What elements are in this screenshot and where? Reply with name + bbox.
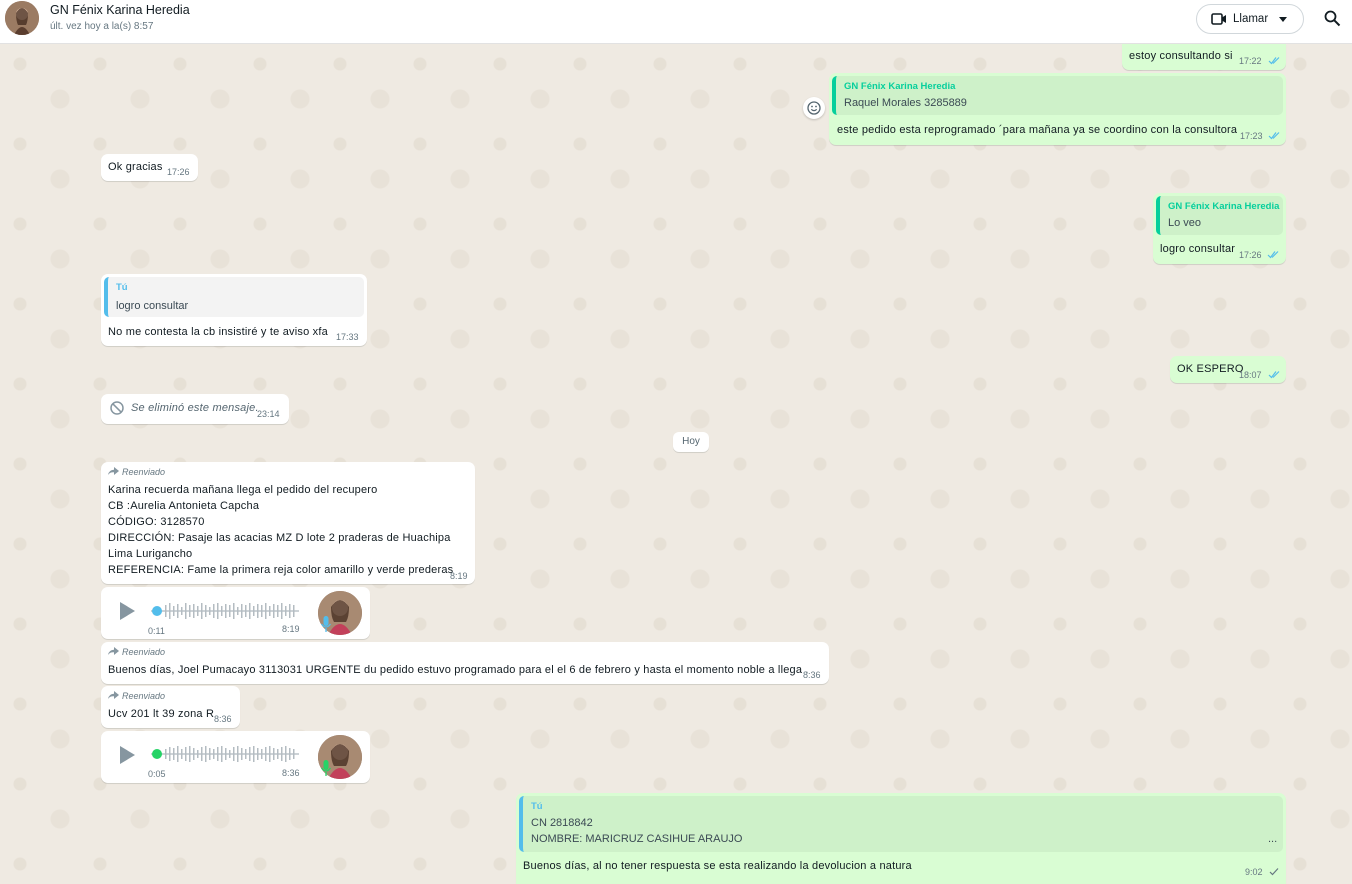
message-text: Ok gracias [108, 161, 163, 173]
read-receipt-icon [1268, 132, 1280, 140]
message-time: 9:02 [1245, 867, 1263, 877]
call-button-label: Llamar [1233, 13, 1269, 25]
play-icon[interactable] [118, 601, 136, 621]
message-text: Buenos días, al no tener respuesta se es… [523, 860, 912, 872]
message-line: REFERENCIA: Fame la primera reja color a… [108, 564, 454, 576]
message-line: CB :Aurelia Antonieta Capcha [108, 500, 260, 512]
read-receipt-icon [1267, 251, 1279, 259]
forwarded-label: Reenviado [108, 647, 165, 657]
read-receipt-icon [1268, 57, 1280, 65]
audio-waveform[interactable] [151, 744, 299, 764]
message-time: 8:19 [450, 571, 468, 581]
message-time: 17:26 [1239, 250, 1262, 260]
message-text: Se eliminó este mensaje. [131, 402, 259, 414]
message-line: DIRECCIÓN: Pasaje las acacias MZ D lote … [108, 532, 451, 544]
read-receipt-icon [1268, 371, 1280, 379]
forward-icon [108, 647, 119, 655]
message-incoming[interactable]: Reenviado Buenos días, Joel Pumacayo 311… [101, 642, 829, 684]
message-time: 17:22 [1239, 56, 1262, 66]
message-text: este pedido esta reprogramado ´para maña… [837, 124, 1238, 136]
microphone-icon [321, 616, 331, 632]
audio-waveform[interactable] [151, 601, 299, 621]
message-outgoing[interactable]: GN Fénix Karina Heredia Raquel Morales 3… [829, 73, 1286, 145]
message-incoming[interactable]: Tú logro consultar No me contesta la cb … [101, 274, 367, 346]
quote-text: Raquel Morales 3285889 [844, 97, 967, 109]
message-incoming[interactable]: Reenviado Karina recuerda mañana llega e… [101, 462, 475, 584]
forward-icon [108, 467, 119, 475]
search-icon[interactable] [1324, 10, 1341, 27]
message-incoming[interactable]: Ok gracias 17:26 [101, 154, 198, 181]
emoji-icon [807, 101, 821, 115]
quote-author: GN Fénix Karina Heredia [1168, 201, 1280, 212]
quote-text: CN 2818842 [531, 817, 593, 829]
microphone-icon [321, 760, 331, 776]
message-line: CÓDIGO: 3128570 [108, 516, 205, 528]
message-time: 8:36 [282, 768, 300, 778]
forwarded-label: Reenviado [108, 691, 165, 701]
voice-message[interactable]: 0:05 8:36 [101, 731, 370, 783]
forward-icon [108, 691, 119, 699]
sent-tick-icon [1269, 868, 1279, 876]
forwarded-text: Reenviado [122, 647, 166, 657]
last-seen-status: últ. vez hoy a la(s) 8:57 [50, 21, 154, 32]
play-icon[interactable] [118, 745, 136, 765]
quote-text: logro consultar [116, 300, 189, 312]
message-text: Ucv 201 lt 39 zona R [108, 708, 215, 720]
quote-author: Tú [531, 801, 543, 812]
contact-name[interactable]: GN Fénix Karina Heredia [50, 3, 190, 17]
message-time: 17:23 [1240, 131, 1263, 141]
message-deleted[interactable]: Se eliminó este mensaje. 23:14 [101, 394, 289, 424]
message-incoming[interactable]: Reenviado Ucv 201 lt 39 zona R 8:36 [101, 686, 240, 728]
message-time: 8:36 [803, 670, 821, 680]
message-text: OK ESPERO [1177, 363, 1244, 375]
message-outgoing[interactable]: OK ESPERO 18:07 [1170, 356, 1286, 383]
message-time: 18:07 [1239, 370, 1262, 380]
message-text: Buenos días, Joel Pumacayo 3113031 URGEN… [108, 664, 809, 676]
chat-area[interactable]: estoy consultando si 17:22 GN Fénix Kari… [0, 44, 1352, 884]
voice-message[interactable]: 0:11 8:19 [101, 587, 370, 639]
message-outgoing[interactable]: estoy consultando si 17:22 [1122, 44, 1286, 70]
forwarded-label: Reenviado [108, 467, 165, 477]
message-outgoing[interactable]: Tú CN 2818842 NOMBRE: MARICRUZ CASIHUE A… [516, 793, 1286, 884]
quoted-message[interactable]: GN Fénix Karina Heredia Lo veo [1156, 196, 1283, 235]
chat-header: GN Fénix Karina Heredia últ. vez hoy a l… [0, 0, 1352, 44]
quote-author: GN Fénix Karina Heredia [844, 81, 956, 92]
message-line: Karina recuerda mañana llega el pedido d… [108, 484, 378, 496]
reaction-button[interactable] [803, 97, 825, 119]
deleted-message-icon [110, 401, 124, 415]
contact-avatar[interactable] [5, 1, 39, 35]
message-time: 8:19 [282, 624, 300, 634]
message-text: logro consultar [1160, 243, 1236, 255]
call-button[interactable]: Llamar [1196, 4, 1304, 34]
message-time: 8:36 [214, 714, 232, 724]
audio-duration: 0:05 [148, 769, 166, 779]
quoted-message[interactable]: GN Fénix Karina Heredia Raquel Morales 3… [832, 76, 1283, 115]
message-time: 23:14 [257, 409, 280, 419]
quote-author: Tú [116, 282, 128, 293]
video-camera-icon [1211, 13, 1226, 25]
quote-text: NOMBRE: MARICRUZ CASIHUE ARAUJO [531, 833, 743, 845]
chevron-down-icon[interactable] [1279, 17, 1287, 22]
audio-duration: 0:11 [148, 626, 165, 636]
message-text: estoy consultando si [1129, 50, 1233, 62]
quote-text: Lo veo [1168, 217, 1202, 229]
message-line: Lima Lurigancho [108, 548, 193, 560]
message-outgoing[interactable]: GN Fénix Karina Heredia Lo veo logro con… [1153, 193, 1286, 264]
quoted-message[interactable]: Tú CN 2818842 NOMBRE: MARICRUZ CASIHUE A… [519, 796, 1283, 852]
forwarded-text: Reenviado [122, 467, 166, 477]
message-time: 17:33 [336, 332, 359, 342]
date-separator: Hoy [673, 432, 709, 452]
quote-more: ... [1268, 833, 1278, 845]
forwarded-text: Reenviado [122, 691, 166, 701]
quoted-message[interactable]: Tú logro consultar [104, 277, 364, 317]
message-text: No me contesta la cb insistiré y te avis… [108, 326, 328, 338]
message-time: 17:26 [167, 167, 190, 177]
